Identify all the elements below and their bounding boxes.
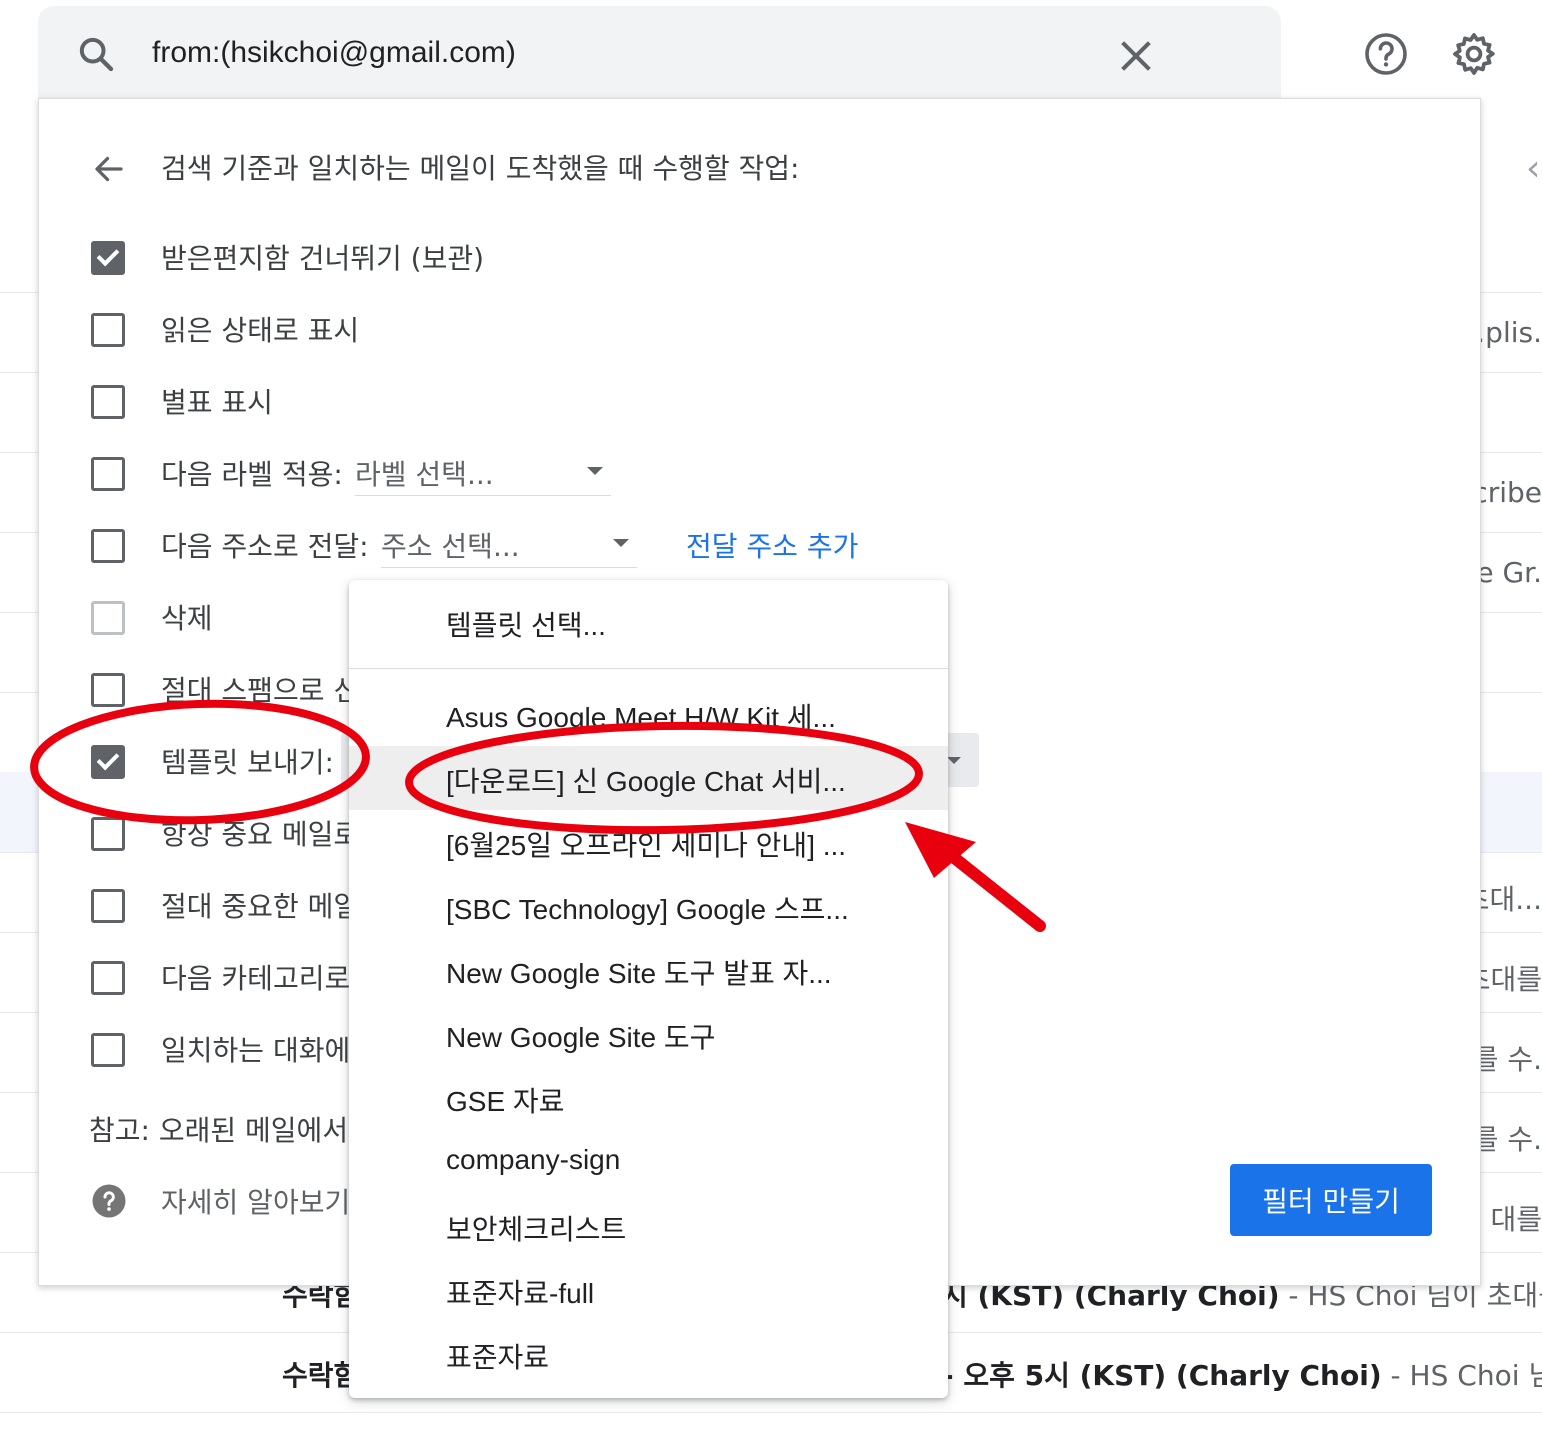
option-label: 다음 주소로 전달: <box>161 530 369 563</box>
learn-more-link[interactable]: 자세히 알아보기 <box>161 1181 350 1221</box>
chevron-down-icon <box>587 467 603 475</box>
template-option[interactable]: New Google Site 도구 발표 자... <box>349 938 948 1002</box>
create-filter-button[interactable]: 필터 만들기 <box>1230 1164 1432 1236</box>
option-label: 다음 카테고리로 <box>161 962 351 995</box>
template-option[interactable]: 표준자료 <box>349 1322 948 1386</box>
option-label: 항상 중요 메일로 <box>161 818 360 851</box>
template-option-label: [SBC Technology] Google 스프... <box>446 894 849 925</box>
template-option[interactable]: GSE 자료 <box>349 1066 948 1130</box>
mail-row-fragment: .plis. <box>1476 316 1542 349</box>
template-option-label: [6월25일 오프라인 세미나 안내] ... <box>446 830 847 861</box>
mail-subject: - 오후 5시 (KST) (Charly Choi) - HS Choi 님이… <box>942 1359 1542 1392</box>
template-option[interactable]: 표준자료-full <box>349 1258 948 1322</box>
option-label: 삭제 <box>161 602 213 635</box>
template-option-label: [다운로드] 신 Google Chat 서비... <box>446 766 846 797</box>
option-label: 절대 스팸으로 신 <box>161 674 360 707</box>
help-circle-icon <box>92 1184 126 1218</box>
template-placeholder: 템플릿 선택... <box>446 610 606 641</box>
search-input[interactable]: from:(hsikchoi@gmail.com) <box>152 36 516 70</box>
checkbox[interactable] <box>91 241 125 275</box>
template-option-label: 보안체크리스트 <box>446 1214 627 1245</box>
template-option-label: New Google Site 도구 <box>446 1022 716 1053</box>
option-label: 다음 라벨 적용: <box>161 458 343 491</box>
back-arrow-icon[interactable] <box>91 151 127 187</box>
option-label: 읽은 상태로 표시 <box>161 314 360 347</box>
template-option[interactable]: company-sign <box>349 1130 948 1194</box>
checkbox[interactable] <box>91 889 125 923</box>
checkbox[interactable] <box>91 601 125 635</box>
checkbox[interactable] <box>91 817 125 851</box>
address-select-value: 주소 선택... <box>381 530 520 563</box>
checkbox[interactable] <box>91 745 125 779</box>
mail-sender: 수락함 <box>282 1359 360 1392</box>
template-option-label: GSE 자료 <box>446 1086 565 1117</box>
template-option-label: 표준자료-full <box>446 1278 595 1309</box>
mail-row-fragment: 대를 <box>1490 1203 1542 1236</box>
add-forwarding-address-link[interactable]: 전달 주소 추가 <box>686 525 858 565</box>
option-label: 일치하는 대화에 <box>161 1034 351 1067</box>
chevron-down-icon <box>613 539 629 547</box>
checkbox[interactable] <box>91 673 125 707</box>
mail-row-fragment: cribe <box>1472 476 1542 509</box>
chevron-down-icon <box>947 757 961 764</box>
template-dropdown: 템플릿 선택... Asus Google Meet H/W Kit 세... … <box>349 580 948 1398</box>
label-select-value: 라벨 선택... <box>355 458 494 491</box>
option-label: 템플릿 보내기: <box>161 746 334 779</box>
gear-icon[interactable] <box>1450 30 1498 78</box>
template-option-label: Asus Google Meet H/W Kit 세... <box>446 702 836 733</box>
template-placeholder-option[interactable]: 템플릿 선택... <box>349 580 948 669</box>
address-select[interactable]: 주소 선택... <box>381 523 637 568</box>
close-icon[interactable] <box>1116 36 1156 76</box>
chevron-left-icon[interactable]: ‹ <box>1526 148 1540 189</box>
label-select[interactable]: 라벨 선택... <box>355 451 611 496</box>
help-icon[interactable] <box>1362 30 1410 78</box>
option-label: 절대 중요한 메일 <box>161 890 360 923</box>
checkbox[interactable] <box>91 1033 125 1067</box>
checkbox[interactable] <box>91 529 125 563</box>
mail-row-fragment: 를 수. <box>1472 1043 1542 1076</box>
option-label: 별표 표시 <box>161 386 273 419</box>
mail-row-fragment: e Gr. <box>1476 556 1542 589</box>
checkbox[interactable] <box>91 313 125 347</box>
template-option-label: company-sign <box>446 1144 621 1175</box>
template-option[interactable]: [6월25일 오프라인 세미나 안내] ... <box>349 810 948 874</box>
template-option[interactable]: Asus Google Meet H/W Kit 세... <box>349 682 948 746</box>
template-option[interactable]: [SBC Technology] Google 스프... <box>349 874 948 938</box>
template-option-highlighted[interactable]: [다운로드] 신 Google Chat 서비... <box>349 746 948 810</box>
template-option[interactable]: 보안체크리스트 <box>349 1194 948 1258</box>
mail-row-fragment: 를 수. <box>1472 1123 1542 1156</box>
checkbox[interactable] <box>91 385 125 419</box>
option-label: 받은편지함 건너뛰기 (보관) <box>161 242 485 275</box>
template-option[interactable]: New Google Site 도구 <box>349 1002 948 1066</box>
checkbox[interactable] <box>91 457 125 491</box>
template-option-label: 표준자료 <box>446 1342 550 1373</box>
template-option-label: New Google Site 도구 발표 자... <box>446 958 832 989</box>
note-text: 참고: 오래된 메일에서 <box>89 1114 349 1147</box>
panel-title: 검색 기준과 일치하는 메일이 도착했을 때 수행할 작업: <box>161 152 800 185</box>
checkbox[interactable] <box>91 961 125 995</box>
search-icon[interactable] <box>76 34 116 74</box>
